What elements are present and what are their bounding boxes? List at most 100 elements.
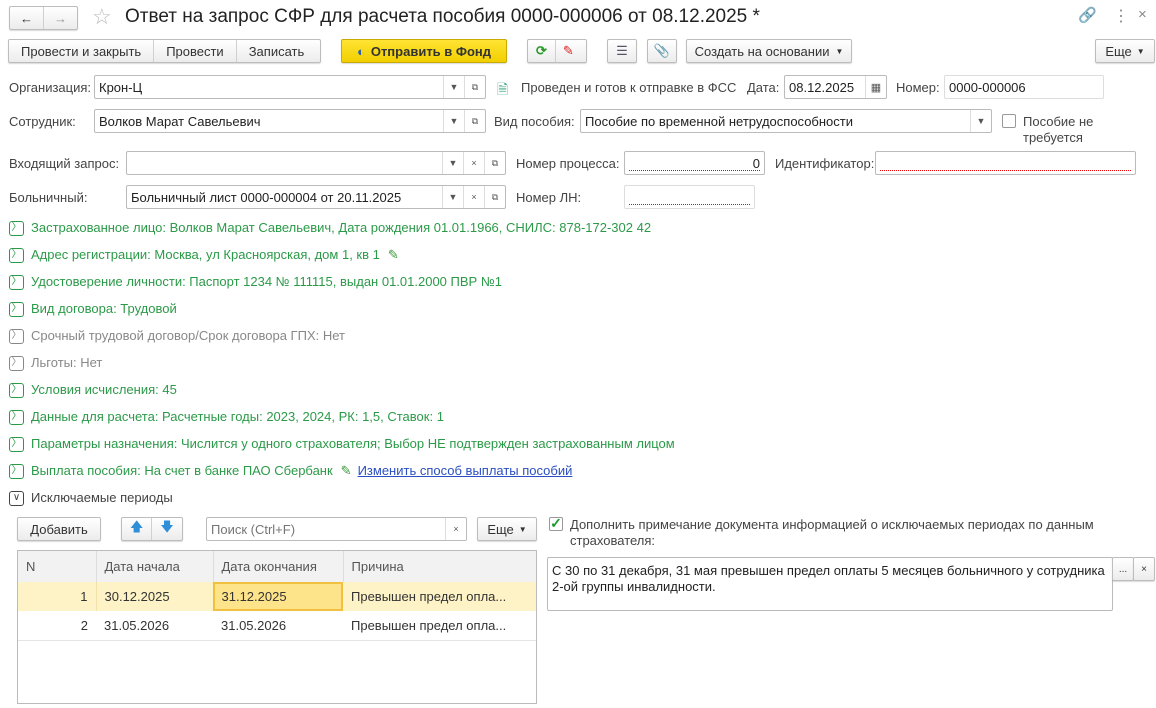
benefit-type-field[interactable]: Пособие по временной нетрудоспособности ▼ [580, 109, 992, 133]
chevron-right-icon[interactable]: 〉 [9, 355, 24, 371]
column-n[interactable]: N [18, 551, 97, 582]
pencil-icon[interactable]: ✎ [388, 247, 399, 263]
clear-icon[interactable]: × [463, 152, 484, 174]
sick-leave-field[interactable]: Больничный лист 0000-000004 от 20.11.202… [126, 185, 506, 209]
link-icon[interactable]: 🔗 [1078, 6, 1097, 24]
cell-start[interactable]: 30.12.2025 [96, 582, 214, 611]
section-text[interactable]: Параметры назначения: Числится у одного … [31, 436, 675, 452]
dropdown-icon[interactable]: ▼ [970, 110, 991, 132]
section-text[interactable]: Льготы: Нет [31, 355, 102, 371]
list-icon[interactable]: ☰ [607, 39, 637, 63]
send-to-fund-button[interactable]: ◐ Отправить в Фонд [341, 39, 507, 63]
post-and-close-button[interactable]: Провести и закрыть [9, 40, 155, 62]
not-required-checkbox[interactable] [1002, 114, 1016, 128]
section-text[interactable]: Удостоверение личности: Паспорт 1234 № 1… [31, 274, 502, 290]
section-10[interactable]: ∨ Исключаемые периоды [9, 490, 173, 506]
identifier-field[interactable] [875, 151, 1136, 175]
add-button[interactable]: Добавить [17, 517, 101, 541]
chevron-right-icon[interactable]: 〉 [9, 436, 24, 452]
cell-end[interactable]: 31.12.2025 [213, 582, 343, 611]
save-button[interactable]: Записать [237, 40, 317, 62]
chevron-right-icon[interactable]: 〉 [9, 247, 24, 263]
section-text[interactable]: Исключаемые периоды [31, 490, 173, 506]
clear-icon[interactable]: × [463, 186, 484, 208]
chevron-right-icon[interactable]: 〉 [9, 301, 24, 317]
refresh-icon[interactable]: ⟳ [528, 40, 556, 62]
forward-arrow-icon[interactable]: → [44, 7, 77, 29]
section-text[interactable]: Условия исчисления: 45 [31, 382, 177, 398]
move-up-icon[interactable]: 🡅 [122, 518, 153, 540]
note-textarea[interactable]: С 30 по 31 декабря, 31 мая превышен пред… [547, 557, 1113, 611]
chevron-right-icon[interactable]: 〉 [9, 463, 24, 479]
section-text[interactable]: Застрахованное лицо: Волков Марат Савель… [31, 220, 651, 236]
post-button[interactable]: Провести [154, 40, 237, 62]
section-2[interactable]: 〉 Удостоверение личности: Паспорт 1234 № … [9, 274, 502, 290]
clear-icon[interactable]: × [445, 518, 466, 540]
section-text[interactable]: Выплата пособия: На счет в банке ПАО Сбе… [31, 463, 333, 479]
table-more-button[interactable]: Еще ▼ [477, 517, 537, 541]
cell-end[interactable]: 31.05.2026 [213, 611, 343, 640]
page-title: Ответ на запрос СФР для расчета пособия … [125, 6, 760, 27]
ln-number-field[interactable] [624, 185, 755, 209]
section-1[interactable]: 〉 Адрес регистрации: Москва, ул Красноярс… [9, 247, 399, 263]
dropdown-icon[interactable]: ▼ [443, 110, 464, 132]
back-arrow-icon[interactable]: ← [10, 7, 44, 29]
column-end[interactable]: Дата окончания [213, 551, 344, 582]
open-icon[interactable]: ⧉ [484, 186, 505, 208]
section-text[interactable]: Вид договора: Трудовой [31, 301, 177, 317]
org-field[interactable]: Крон-Ц ▼ ⧉ [94, 75, 486, 99]
section-3[interactable]: 〉 Вид договора: Трудовой [9, 301, 177, 317]
column-start[interactable]: Дата начала [96, 551, 214, 582]
chevron-right-icon[interactable]: 〉 [9, 328, 24, 344]
pencil-icon[interactable]: ✎ [341, 463, 352, 479]
process-number-field[interactable]: 0 [624, 151, 765, 175]
section-0[interactable]: 〉 Застрахованное лицо: Волков Марат Савел… [9, 220, 651, 236]
dropdown-icon[interactable]: ▼ [442, 152, 463, 174]
open-icon[interactable]: ⧉ [484, 152, 505, 174]
cell-reason[interactable]: Превышен предел опла... [343, 611, 536, 640]
number-field[interactable]: 0000-000006 [944, 75, 1104, 99]
date-field[interactable]: 08.12.2025 ▦ [784, 75, 887, 99]
section-text[interactable]: Данные для расчета: Расчетные годы: 2023… [31, 409, 444, 425]
chevron-right-icon[interactable]: 〉 [9, 274, 24, 290]
section-7[interactable]: 〉 Данные для расчета: Расчетные годы: 202… [9, 409, 444, 425]
change-payment-method-link[interactable]: Изменить способ выплаты пособий [358, 463, 573, 479]
note-clear-button[interactable]: × [1133, 557, 1155, 581]
cell-reason[interactable]: Превышен предел опла... [343, 582, 536, 611]
search-input[interactable]: × [206, 517, 467, 541]
cell-n[interactable]: 1 [18, 582, 97, 611]
paperclip-icon[interactable]: 📎 [647, 39, 677, 63]
star-icon[interactable]: ☆ [92, 4, 112, 30]
request-field[interactable]: ▼ × ⧉ [126, 151, 506, 175]
cancel-post-icon[interactable]: ✎ [556, 40, 581, 62]
dropdown-icon[interactable]: ▼ [442, 186, 463, 208]
open-icon[interactable]: ⧉ [464, 76, 485, 98]
close-icon[interactable]: × [1138, 6, 1147, 23]
more-vertical-icon[interactable]: ⋮ [1113, 6, 1129, 26]
section-text[interactable]: Адрес регистрации: Москва, ул Красноярск… [31, 247, 380, 263]
create-based-on-button[interactable]: Создать на основании ▼ [686, 39, 852, 63]
chevron-right-icon[interactable]: 〉 [9, 220, 24, 236]
employee-field[interactable]: Волков Марат Савельевич ▼ ⧉ [94, 109, 486, 133]
table-row[interactable]: 2 31.05.2026 31.05.2026 Превышен предел … [18, 611, 536, 640]
supplement-note-checkbox[interactable]: ✓ [549, 516, 563, 531]
chevron-right-icon[interactable]: 〉 [9, 382, 24, 398]
more-button[interactable]: Еще ▼ [1095, 39, 1155, 63]
section-9[interactable]: 〉 Выплата пособия: На счет в банке ПАО Сб… [9, 463, 572, 479]
section-8[interactable]: 〉 Параметры назначения: Числится у одного… [9, 436, 675, 452]
note-open-button[interactable]: ... [1112, 557, 1134, 581]
cell-start[interactable]: 31.05.2026 [96, 611, 213, 640]
section-6[interactable]: 〉 Условия исчисления: 45 [9, 382, 177, 398]
move-down-icon[interactable]: 🡇 [152, 518, 181, 540]
section-5[interactable]: 〉 Льготы: Нет [9, 355, 102, 371]
section-text[interactable]: Срочный трудовой договор/Срок договора Г… [31, 328, 345, 344]
table-row[interactable]: 1 30.12.2025 31.12.2025 Превышен предел … [18, 582, 536, 611]
calendar-icon[interactable]: ▦ [865, 76, 886, 98]
column-reason[interactable]: Причина [343, 551, 536, 582]
dropdown-icon[interactable]: ▼ [443, 76, 464, 98]
chevron-right-icon[interactable]: 〉 [9, 409, 24, 425]
section-4[interactable]: 〉 Срочный трудовой договор/Срок договора … [9, 328, 345, 344]
cell-n[interactable]: 2 [18, 611, 96, 640]
chevron-down-icon[interactable]: ∨ [9, 490, 24, 506]
open-icon[interactable]: ⧉ [464, 110, 485, 132]
